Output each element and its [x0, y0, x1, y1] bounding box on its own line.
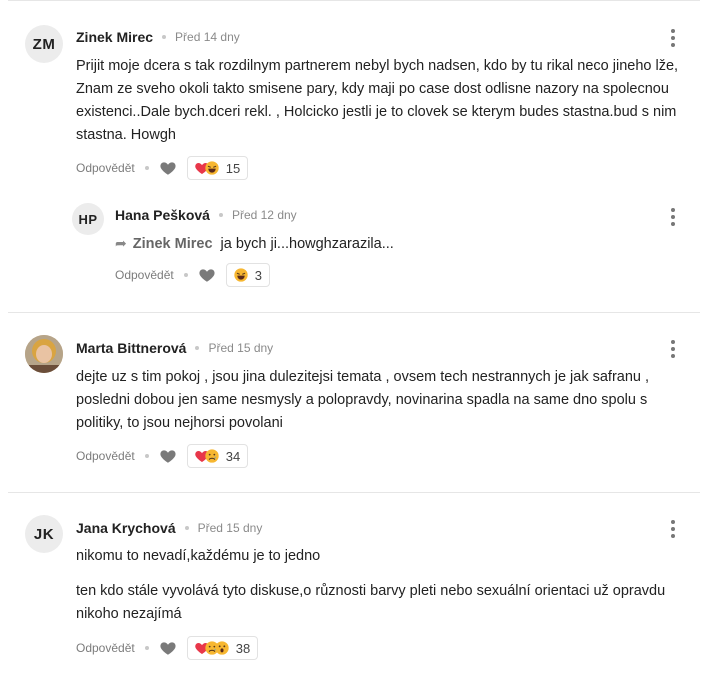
avatar: JK — [25, 515, 63, 553]
comment-jana-krychova: JK Jana Krychová Před 15 dny nikomu to n… — [0, 0, 720, 679]
reaction-icons — [194, 640, 230, 656]
like-heart-icon[interactable] — [159, 639, 177, 657]
shock-reaction-icon — [214, 640, 230, 656]
comment-text: nikomu to nevadí,každému je to jedno — [76, 548, 321, 564]
comment-actions: Odpovědět 38 — [76, 636, 259, 660]
separator-dot — [144, 646, 149, 650]
reply-button[interactable]: Odpovědět — [76, 641, 135, 655]
reaction-count: 38 — [235, 640, 251, 656]
comment-text: ten kdo stále vyvolává tyto diskuse,o rů… — [76, 583, 666, 622]
author-name[interactable]: Jana Krychová — [76, 520, 176, 536]
more-options-icon[interactable] — [670, 520, 676, 538]
timestamp: Před 15 dny — [197, 521, 263, 535]
comment-header: Jana Krychová Před 15 dny — [76, 520, 262, 536]
separator-dot — [184, 526, 189, 530]
reactions-summary[interactable]: 38 — [186, 636, 259, 660]
